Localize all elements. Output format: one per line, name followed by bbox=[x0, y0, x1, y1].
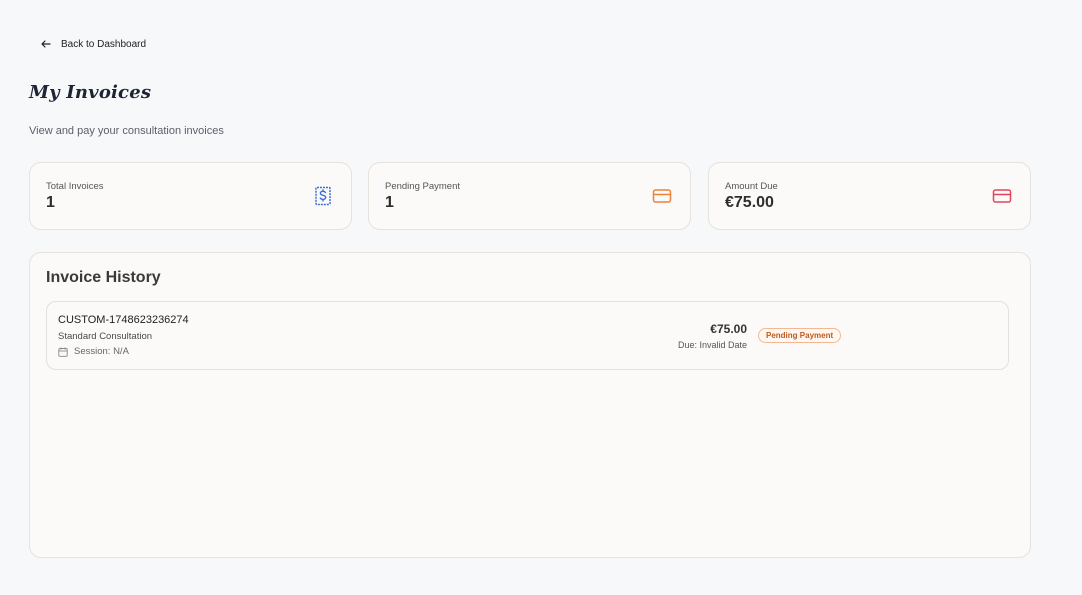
stat-value: 1 bbox=[46, 194, 55, 211]
amount-due-card: Amount Due €75.00 bbox=[708, 162, 1031, 230]
pay-invoice-button[interactable] bbox=[867, 326, 991, 346]
credit-card-icon bbox=[992, 189, 1012, 203]
stat-label: Pending Payment bbox=[385, 181, 460, 192]
invoice-due-date: Due: Invalid Date bbox=[677, 340, 747, 350]
back-link-label: Back to Dashboard bbox=[61, 38, 147, 50]
invoice-session-label: Session: N/A bbox=[74, 346, 129, 357]
invoice-row[interactable]: CUSTOM-1748623236274 Standard Consultati… bbox=[46, 301, 1009, 370]
invoice-type: Standard Consultation bbox=[58, 331, 153, 342]
arrow-left-icon bbox=[41, 40, 51, 48]
dollar-document-icon bbox=[315, 186, 331, 206]
invoice-amount: €75.00 bbox=[710, 322, 747, 336]
pending-payment-card: Pending Payment 1 bbox=[368, 162, 691, 230]
back-to-dashboard-link[interactable]: Back to Dashboard bbox=[38, 36, 148, 52]
stat-label: Amount Due bbox=[725, 181, 778, 192]
status-badge: Pending Payment bbox=[758, 328, 842, 343]
invoice-number: CUSTOM-1748623236274 bbox=[58, 314, 189, 326]
invoice-history-panel: Invoice History CUSTOM-1748623236274 Sta… bbox=[29, 252, 1031, 558]
total-invoices-card: Total Invoices 1 bbox=[29, 162, 352, 230]
credit-card-icon bbox=[652, 189, 672, 203]
stat-value: €75.00 bbox=[725, 194, 774, 211]
invoice-session: Session: N/A bbox=[58, 346, 129, 357]
invoice-history-title: Invoice History bbox=[46, 269, 161, 286]
stat-label: Total Invoices bbox=[46, 181, 104, 192]
stat-value: 1 bbox=[385, 194, 394, 211]
page-subtitle: View and pay your consultation invoices bbox=[29, 125, 224, 137]
page-title: My Invoices bbox=[29, 82, 152, 103]
calendar-icon bbox=[58, 347, 68, 357]
